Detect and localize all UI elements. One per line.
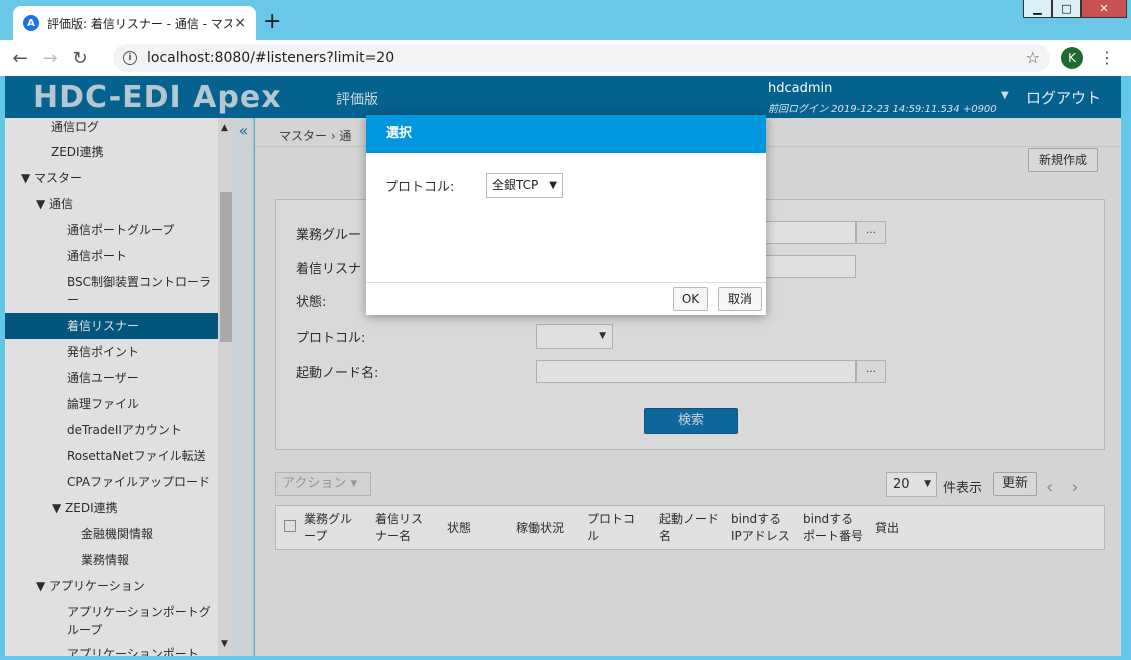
ok-button[interactable]: OK [673,287,708,311]
chevron-down-icon: ▼ [549,180,557,191]
trial-label: 評価版 [336,92,378,108]
browser-menu-icon[interactable]: ⋮ [1099,48,1115,67]
maximize-button[interactable]: □ [1052,0,1081,18]
info-icon[interactable]: i [123,51,137,65]
select-dialog: 選択 プロトコル: 全銀TCP ▼ OK 取消 [366,115,766,315]
tab-title: 評価版: 着信リスナー - 通信 - マス [47,16,232,31]
app-header: HDC-EDI Apex 評価版 hdcadmin 前回ログイン 2019-12… [5,76,1121,118]
last-login-text: 前回ログイン 2019-12-23 14:59:11.534 +0900 [768,104,997,115]
new-tab-button[interactable]: + [263,9,281,34]
tab-close-icon[interactable]: × [234,15,246,31]
browser-titlebar: A 評価版: 着信リスナー - 通信 - マス × + ▁ □ ✕ [0,0,1131,40]
favicon-icon: A [23,15,39,31]
minimize-button[interactable]: ▁ [1023,0,1052,18]
url-text[interactable]: localhost:8080/#listeners?limit=20 [147,50,394,66]
dialog-protocol-value: 全銀TCP [492,178,539,192]
back-icon[interactable]: ← [5,48,35,69]
close-window-button[interactable]: ✕ [1081,0,1127,18]
forward-icon[interactable]: → [35,48,65,69]
address-bar[interactable]: i localhost:8080/#listeners?limit=20 ☆ [113,44,1050,72]
dialog-title: 選択 [366,115,766,153]
browser-tab[interactable]: A 評価版: 着信リスナー - 通信 - マス × [13,6,256,40]
cancel-button[interactable]: 取消 [718,287,762,311]
window-controls: ▁ □ ✕ [1023,0,1127,18]
dialog-protocol-select[interactable]: 全銀TCP ▼ [486,173,563,198]
dialog-protocol-label: プロトコル: [385,180,455,195]
reload-icon[interactable]: ↻ [65,48,95,69]
browser-toolbar: ← → ↻ i localhost:8080/#listeners?limit=… [0,40,1131,76]
dialog-footer-divider [366,282,766,283]
logout-link[interactable]: ログアウト [1026,87,1101,108]
profile-avatar[interactable]: K [1061,47,1083,69]
user-menu-caret-icon[interactable]: ▼ [1001,90,1009,101]
bookmark-star-icon[interactable]: ☆ [1026,48,1040,67]
user-name[interactable]: hdcadmin [768,81,832,96]
app-logo[interactable]: HDC-EDI Apex [33,80,282,115]
